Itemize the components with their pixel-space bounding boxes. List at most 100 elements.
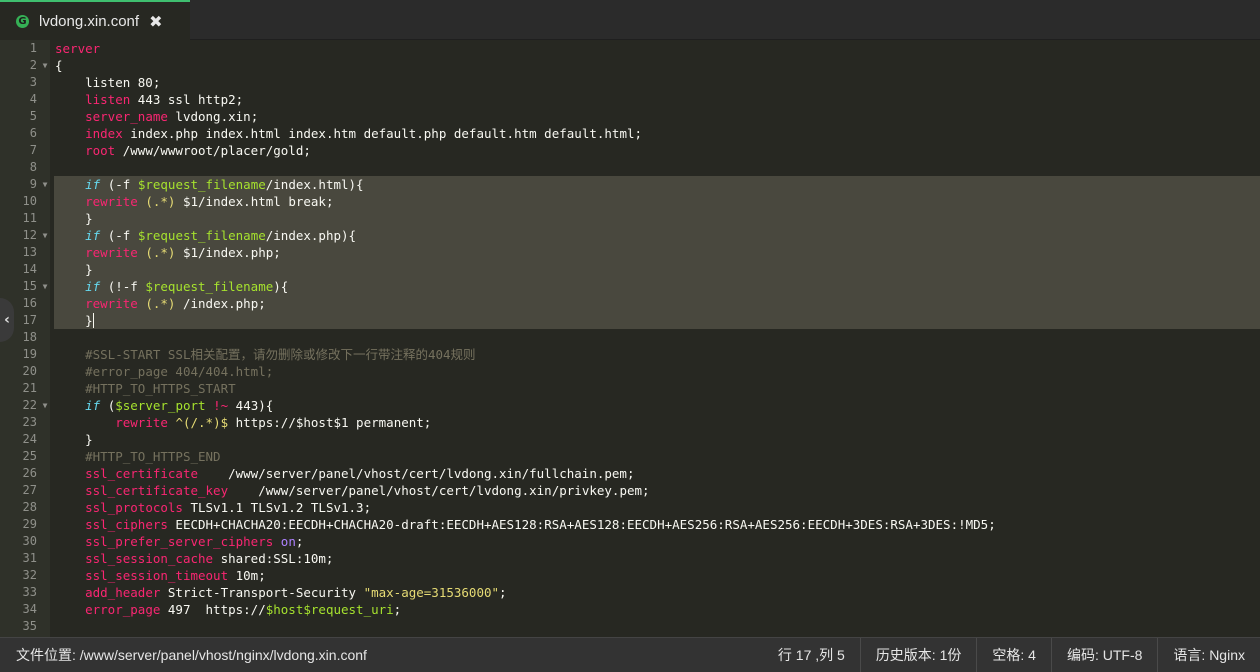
code-line[interactable]: 3 listen 80; [0, 74, 1260, 91]
line-number: 8 [29, 160, 37, 174]
code-line[interactable]: 33 add_header Strict-Transport-Security … [0, 584, 1260, 601]
line-number: 19 [22, 347, 37, 361]
code-editor[interactable]: 1 server 2 ▼{3 listen 80; 4 listen 443 ssl h… [0, 40, 1260, 637]
code-line[interactable]: 21 #HTTP_TO_HTTPS_START [0, 380, 1260, 397]
code-line[interactable]: 22 ▼ if ($server_port !~ 443){ [0, 397, 1260, 414]
tab-lvdong-conf[interactable]: G lvdong.xin.conf ✖ [0, 0, 190, 40]
line-number: 34 [22, 602, 37, 616]
code-line[interactable]: 28 ssl_protocols TLSv1.1 TLSv1.2 TLSv1.3… [0, 499, 1260, 516]
line-number: 10 [22, 194, 37, 208]
code-line[interactable]: 6 index index.php index.html index.htm d… [0, 125, 1260, 142]
code-line[interactable]: 4 listen 443 ssl http2; [0, 91, 1260, 108]
code-token: $request_filename [137, 228, 266, 243]
line-number: 13 [22, 245, 37, 259]
line-number: 32 [22, 568, 37, 582]
line-text: ssl_certificate_key /www/server/panel/vh… [55, 482, 649, 499]
code-line[interactable]: 25 #HTTP_TO_HTTPS_END [0, 448, 1260, 465]
close-icon[interactable]: ✖ [149, 12, 162, 31]
code-token: { [55, 58, 63, 73]
code-line[interactable]: 20 #error_page 404/404.html; [0, 363, 1260, 380]
line-number: 31 [22, 551, 37, 565]
language-status[interactable]: 语言: Nginx [1157, 637, 1260, 672]
fold-arrow-icon[interactable]: ▼ [40, 278, 50, 295]
code-line[interactable]: 29 ssl_ciphers EECDH+CHACHA20:EECDH+CHAC… [0, 516, 1260, 533]
code-line[interactable]: 9 ▼ if (-f $request_filename/index.html){ [0, 176, 1260, 193]
code-token: $1/index.html break; [175, 194, 334, 209]
code-line[interactable]: 27 ssl_certificate_key /www/server/panel… [0, 482, 1260, 499]
line-number: 23 [22, 415, 37, 429]
tab-bar: G lvdong.xin.conf ✖ [0, 0, 1260, 40]
encoding-status[interactable]: 编码: UTF-8 [1050, 637, 1157, 672]
code-token: 443 ssl http2; [130, 92, 244, 107]
code-line[interactable]: 15 ▼ if (!-f $request_filename){ [0, 278, 1260, 295]
line-number: 15 [22, 279, 37, 293]
code-line[interactable]: 31 ssl_session_cache shared:SSL:10m; [0, 550, 1260, 567]
code-line[interactable]: 1 server [0, 40, 1260, 57]
code-token: add_header [85, 585, 161, 600]
fold-arrow-icon[interactable]: ▼ [40, 57, 50, 74]
line-number: 6 [29, 126, 37, 140]
code-line[interactable]: 19 #SSL-START SSL相关配置，请勿删除或修改下一行带注释的404规… [0, 346, 1260, 363]
code-line[interactable]: 16 rewrite (.*) /index.php; [0, 295, 1260, 312]
code-token: server_name [85, 109, 168, 124]
code-line[interactable]: 5 server_name lvdong.xin; [0, 108, 1260, 125]
indent-status[interactable]: 空格: 4 [976, 637, 1051, 672]
line-number: 11 [22, 211, 37, 225]
code-line[interactable]: 23 rewrite ^(/.*)$ https://$host$1 perma… [0, 414, 1260, 431]
code-line[interactable]: 7 root /www/wwwroot/placer/gold; [0, 142, 1260, 159]
code-line[interactable]: 32 ssl_session_timeout 10m; [0, 567, 1260, 584]
code-line[interactable]: 12 ▼ if (-f $request_filename/index.php){ [0, 227, 1260, 244]
code-line[interactable]: 35 [0, 618, 1260, 635]
line-text: root /www/wwwroot/placer/gold; [55, 142, 311, 159]
code-token: #error_page 404/404.html; [85, 364, 274, 379]
line-number: 28 [22, 500, 37, 514]
code-token: root [85, 143, 116, 158]
code-line[interactable]: 30 ssl_prefer_server_ciphers on; [0, 533, 1260, 550]
line-text: listen 443 ssl http2; [55, 91, 243, 108]
line-text: ssl_session_cache shared:SSL:10m; [55, 550, 333, 567]
code-token: ; [499, 585, 507, 600]
line-number: 14 [22, 262, 37, 276]
status-bar: 文件位置: /www/server/panel/vhost/nginx/lvdo… [0, 637, 1260, 672]
line-number: 4 [29, 92, 37, 106]
code-area[interactable]: 1 server 2 ▼{3 listen 80; 4 listen 443 ssl h… [0, 40, 1260, 637]
line-number: 35 [22, 619, 37, 633]
code-token: TLSv1.1 TLSv1.2 TLSv1.3; [182, 500, 372, 515]
line-number: 22 [22, 398, 37, 412]
code-line[interactable]: 24 } [0, 431, 1260, 448]
code-line[interactable]: 18 [0, 329, 1260, 346]
code-line[interactable]: 8 [0, 159, 1260, 176]
code-token: EECDH+CHACHA20:EECDH+CHACHA20-draft:EECD… [167, 517, 996, 532]
code-line[interactable]: 10 rewrite (.*) $1/index.html break; [0, 193, 1260, 210]
fold-arrow-icon[interactable]: ▼ [40, 397, 50, 414]
fold-arrow-icon[interactable]: ▼ [40, 227, 50, 244]
history-versions-status[interactable]: 历史版本: 1份 [859, 637, 977, 672]
fold-arrow-icon[interactable]: ▼ [40, 176, 50, 193]
cursor-position-status[interactable]: 行 17 ,列 5 [763, 638, 860, 672]
code-line[interactable]: 17 } [0, 312, 1260, 329]
line-text: ssl_ciphers EECDH+CHACHA20:EECDH+CHACHA2… [55, 516, 996, 533]
code-line[interactable]: 14 } [0, 261, 1260, 278]
code-line[interactable]: 34 error_page 497 https://$host$request_… [0, 601, 1260, 618]
code-token: rewrite [85, 296, 138, 311]
code-line[interactable]: 2 ▼ { [0, 57, 1260, 74]
code-line[interactable]: 11 } [0, 210, 1260, 227]
code-token: #HTTP_TO_HTTPS_END [85, 449, 221, 464]
line-text: #SSL-START SSL相关配置，请勿删除或修改下一行带注释的404规则 [55, 346, 475, 363]
code-line[interactable]: 26 ssl_certificate /www/server/panel/vho… [0, 465, 1260, 482]
code-token: index.php index.html index.htm default.p… [122, 126, 643, 141]
line-text: } [55, 210, 93, 227]
line-number: 21 [22, 381, 37, 395]
code-token: #HTTP_TO_HTTPS_START [85, 381, 236, 396]
code-token: $server_port [115, 398, 206, 413]
code-token: (.*) [145, 296, 176, 311]
code-token: $host$request_uri [265, 602, 394, 617]
code-line[interactable]: 13 rewrite (.*) $1/index.php; [0, 244, 1260, 261]
